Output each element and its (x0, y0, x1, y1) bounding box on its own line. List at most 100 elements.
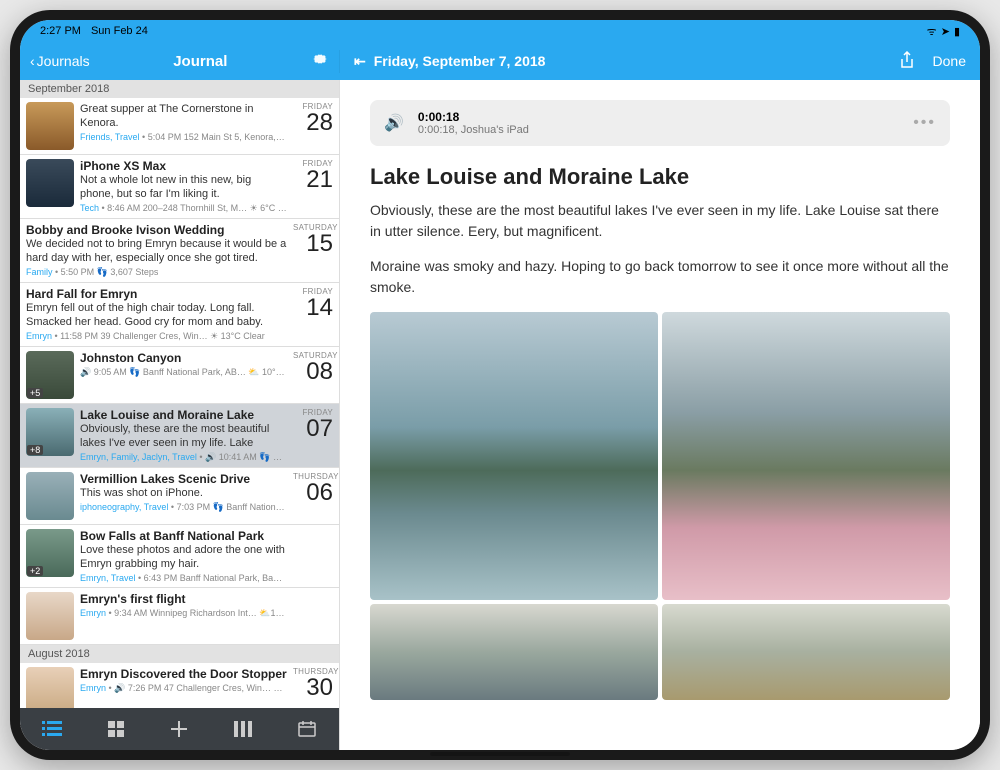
entry-meta: Emryn • 9:34 AM Winnipeg Richardson Int…… (80, 608, 287, 619)
back-label: Journals (37, 53, 90, 69)
entry-title: Emryn's first flight (80, 592, 287, 606)
entry-title: Bow Falls at Banff National Park (80, 529, 287, 543)
audio-duration: 0:00:18 (418, 110, 529, 124)
entry-excerpt: Great supper at The Cornerstone in Kenor… (80, 102, 287, 130)
exit-icon[interactable]: ⇤ (354, 53, 366, 70)
month-header: September 2018 (20, 80, 339, 98)
audio-source: 0:00:18, Joshua's iPad (418, 124, 529, 136)
grid-icon (108, 721, 124, 737)
entry-thumbnail: +8 (26, 408, 74, 456)
list-view-button[interactable] (38, 715, 66, 743)
entry-title: Lake Louise and Moraine Lake (370, 164, 950, 190)
entry-daynum: 08 (293, 360, 333, 384)
plus-icon (170, 720, 188, 738)
entry-row[interactable]: Emryn's first flight Emryn • 9:34 AM Winn… (20, 588, 339, 645)
entry-title: iPhone XS Max (80, 159, 287, 173)
entry-thumbnail (26, 102, 74, 150)
entry-row[interactable]: Hard Fall for EmrynEmryn fell out of the… (20, 283, 339, 347)
status-bar: 2:27 PM Sun Feb 24 ᯤ ➤ ▮ (20, 20, 980, 42)
thumb-count-badge: +8 (27, 445, 43, 455)
journal-title: Journal (173, 53, 227, 70)
map-view-button[interactable] (229, 715, 257, 743)
entry-title: Emryn Discovered the Door Stopper (80, 667, 287, 681)
chevron-left-icon: ‹ (30, 53, 35, 69)
location-icon: ➤ (941, 25, 950, 38)
entry-daynum: 30 (293, 676, 333, 700)
done-button[interactable]: Done (933, 53, 966, 69)
status-date: Sun Feb 24 (91, 25, 148, 37)
entry-excerpt: Love these photos and adore the one with… (80, 543, 287, 571)
entry-excerpt: We decided not to bring Emryn because it… (26, 237, 287, 265)
entry-row[interactable]: Vermillion Lakes Scenic DriveThis was sh… (20, 468, 339, 525)
entry-paragraph: Obviously, these are the most beautiful … (370, 200, 950, 242)
entry-meta: Emryn, Travel • 6:43 PM Banff National P… (80, 573, 287, 583)
entry-meta: Emryn • 11:58 PM 39 Challenger Cres, Win… (26, 331, 287, 342)
thumb-count-badge: +2 (27, 566, 43, 576)
entry-thumbnail (26, 159, 74, 207)
entry-row[interactable]: Great supper at The Cornerstone in Kenor… (20, 98, 339, 155)
entry-excerpt: Emryn fell out of the high chair today. … (26, 301, 287, 329)
photo-landscape[interactable] (370, 604, 658, 700)
wifi-icon: ᯤ (927, 24, 937, 39)
entry-row[interactable]: +2 Bow Falls at Banff National ParkLove t… (20, 525, 339, 588)
calendar-view-button[interactable] (293, 715, 321, 743)
photo-landscape[interactable] (662, 604, 950, 700)
entry-meta: Friends, Travel • 5:04 PM 152 Main St 5,… (80, 132, 287, 143)
entry-paragraph: Moraine was smoky and hazy. Hoping to go… (370, 256, 950, 298)
entry-daynum: 14 (293, 296, 333, 320)
entry-row[interactable]: Emryn Discovered the Door Stopper Emryn •… (20, 663, 339, 708)
settings-button[interactable] (311, 50, 329, 73)
entry-thumbnail: +5 (26, 351, 74, 399)
status-time: 2:27 PM (40, 25, 81, 37)
entry-meta: iphoneography, Travel • 7:03 PM 👣 Banff … (80, 502, 287, 513)
entry-daynum: 06 (293, 481, 333, 505)
entry-thumbnail: +2 (26, 529, 74, 577)
share-icon (899, 51, 915, 69)
entry-excerpt: This was shot on iPhone. (80, 486, 287, 500)
entry-daynum: 15 (293, 232, 333, 256)
entry-excerpt: Not a whole lot new in this new, big pho… (80, 173, 287, 201)
entry-meta: Tech • 8:46 AM 200–248 Thornhill St, M… … (80, 203, 287, 214)
sidebar: September 2018 Great supper at The Corner… (20, 80, 340, 750)
entry-date-header: Friday, September 7, 2018 (374, 53, 546, 69)
entry-title: Hard Fall for Emryn (26, 287, 287, 301)
battery-icon: ▮ (954, 25, 960, 38)
entry-daynum: 07 (293, 417, 333, 441)
entry-row[interactable]: +8 Lake Louise and Moraine LakeObviously,… (20, 404, 339, 468)
entry-excerpt: Obviously, these are the most beautiful … (80, 422, 287, 450)
list-icon (42, 721, 62, 737)
grid-view-button[interactable] (102, 715, 130, 743)
entry-thumbnail (26, 667, 74, 708)
entry-row[interactable]: Bobby and Brooke Ivison WeddingWe decide… (20, 219, 339, 283)
month-header: August 2018 (20, 645, 339, 663)
entry-meta: Emryn • 🔊 7:26 PM 47 Challenger Cres, Wi… (80, 683, 287, 694)
map-icon (234, 721, 252, 737)
entry-meta: Family • 5:50 PM 👣 3,607 Steps (26, 267, 287, 278)
entry-title: Lake Louise and Moraine Lake (80, 408, 287, 422)
bottom-toolbar (20, 708, 339, 750)
calendar-icon (298, 721, 316, 737)
entry-row[interactable]: iPhone XS MaxNot a whole lot new in this… (20, 155, 339, 219)
share-button[interactable] (899, 51, 915, 72)
photo-grid (370, 312, 950, 700)
nav-bar: ‹ Journals Journal ⇤ Friday, September 7… (20, 42, 980, 80)
audio-player[interactable]: 🔊 0:00:18 0:00:18, Joshua's iPad ••• (370, 100, 950, 146)
status-icons: ᯤ ➤ ▮ (927, 24, 960, 39)
add-entry-button[interactable] (165, 715, 193, 743)
entries-list[interactable]: September 2018 Great supper at The Corner… (20, 80, 339, 708)
detail-pane: 🔊 0:00:18 0:00:18, Joshua's iPad ••• Lak… (340, 80, 980, 750)
entry-title: Johnston Canyon (80, 351, 287, 365)
speaker-icon: 🔊 (384, 113, 404, 133)
entry-meta: 🔊 9:05 AM 👣 Banff National Park, AB… ⛅ 1… (80, 367, 287, 378)
photo-selfie[interactable] (662, 312, 950, 600)
audio-more-button[interactable]: ••• (913, 114, 936, 132)
entry-thumbnail (26, 472, 74, 520)
back-button[interactable]: ‹ Journals (30, 53, 90, 69)
photo-lake[interactable] (370, 312, 658, 600)
entry-daynum: 28 (293, 111, 333, 135)
gear-icon (311, 50, 329, 68)
entry-title: Vermillion Lakes Scenic Drive (80, 472, 287, 486)
entry-row[interactable]: +5 Johnston Canyon 🔊 9:05 AM 👣 Banff Natio… (20, 347, 339, 404)
entry-daynum: 21 (293, 168, 333, 192)
entry-meta: Emryn, Family, Jaclyn, Travel • 🔊 10:41 … (80, 452, 287, 463)
